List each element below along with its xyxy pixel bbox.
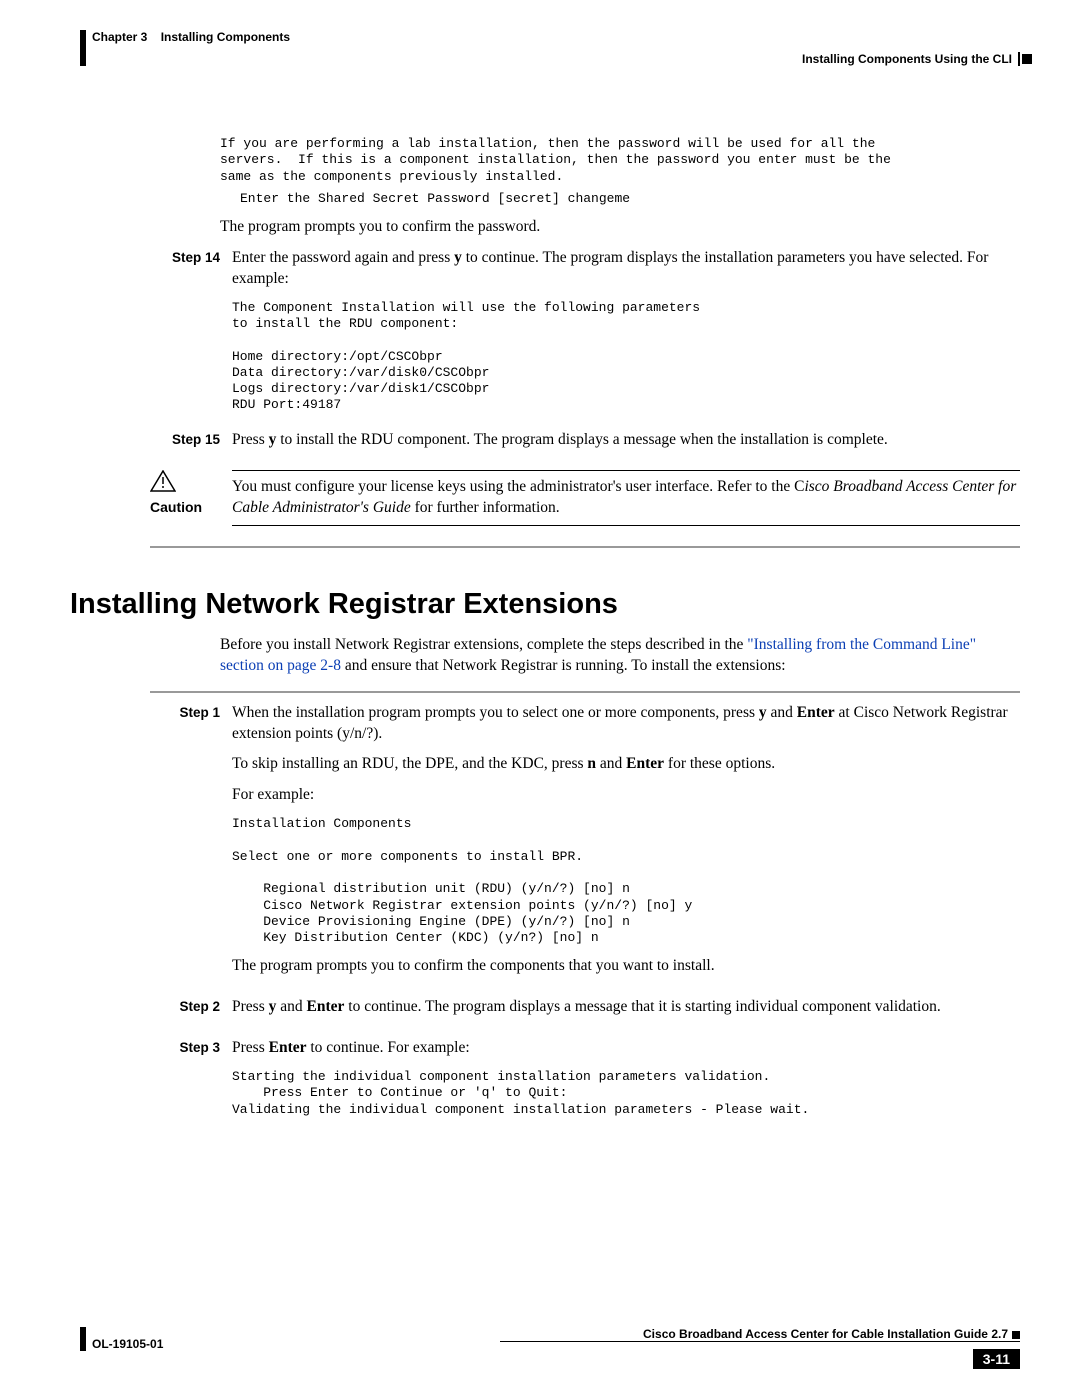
section-heading: Installing Network Registrar Extensions (70, 588, 1020, 621)
step-3-label: Step 3 (150, 1038, 232, 1124)
chapter-label: Chapter 3 (92, 30, 147, 44)
step-1-p4: The program prompts you to confirm the c… (232, 956, 1020, 977)
step-2-row: Step 2 Press y and Enter to continue. Th… (150, 997, 1020, 1028)
footer-ol: OL-19105-01 (80, 1327, 163, 1351)
chapter-title: Installing Components (161, 30, 290, 44)
section-divider (150, 546, 1020, 548)
page-header: Chapter 3 Installing Components Installi… (80, 30, 1020, 66)
step-15-label: Step 15 (150, 430, 232, 461)
caution-label-col: Caution (150, 470, 232, 526)
step-1-row: Step 1 When the installation program pro… (150, 703, 1020, 988)
step-14-row: Step 14 Enter the password again and pre… (150, 248, 1020, 420)
header-right: Installing Components Using the CLI (802, 30, 1020, 66)
step-3-code: Starting the individual component instal… (232, 1069, 1020, 1118)
header-left: Chapter 3 Installing Components (80, 30, 290, 66)
step-3-row: Step 3 Press Enter to continue. For exam… (150, 1038, 1020, 1124)
step-15-row: Step 15 Press y to install the RDU compo… (150, 430, 1020, 461)
step-14-code: The Component Installation will use the … (232, 300, 1020, 414)
footer-dot-icon (1012, 1331, 1020, 1339)
step-2-text: Press y and Enter to continue. The progr… (232, 997, 1020, 1018)
step-1-p3: For example: (232, 785, 1020, 806)
step-divider (150, 691, 1020, 693)
intro-para-2: The program prompts you to confirm the p… (220, 217, 1020, 238)
intro-code-2: Enter the Shared Secret Password [secret… (240, 191, 1020, 207)
page-footer: OL-19105-01 Cisco Broadband Access Cente… (80, 1327, 1020, 1369)
step-1-p2: To skip installing an RDU, the DPE, and … (232, 754, 1020, 775)
step-14-text: Enter the password again and press y to … (232, 248, 1020, 290)
caution-label: Caution (150, 499, 220, 515)
caution-icon (150, 470, 176, 492)
step-1-p1: When the installation program prompts yo… (232, 703, 1020, 745)
step-3-text: Press Enter to continue. For example: (232, 1038, 1020, 1059)
page-number: 3-11 (973, 1349, 1020, 1369)
step-1-label: Step 1 (150, 703, 232, 988)
intro-code-1: If you are performing a lab installation… (220, 136, 1020, 185)
footer-doc: Cisco Broadband Access Center for Cable … (643, 1327, 1008, 1341)
step-2-label: Step 2 (150, 997, 232, 1028)
caution-block: Caution You must configure your license … (150, 470, 1020, 526)
section-title: Installing Components Using the CLI (802, 52, 1020, 66)
caution-text: You must configure your license keys usi… (232, 477, 1020, 519)
step-15-text: Press y to install the RDU component. Th… (232, 430, 1020, 451)
step-1-code: Installation Components Select one or mo… (232, 816, 1020, 946)
section-intro: Before you install Network Registrar ext… (220, 635, 1020, 677)
step-14-label: Step 14 (150, 248, 232, 420)
